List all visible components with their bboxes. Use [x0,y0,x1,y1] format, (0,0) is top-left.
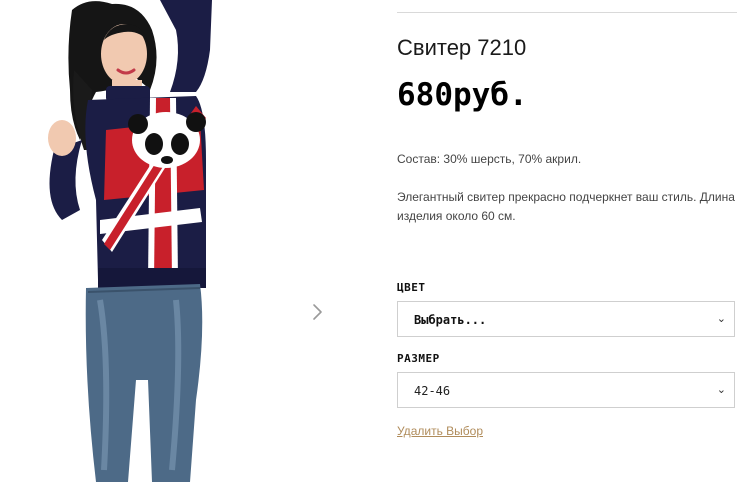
product-summary: Свитер 7210 680руб. Состав: 30% шерсть, … [397,0,737,482]
chevron-right-icon[interactable] [309,302,327,322]
reset-selection-link[interactable]: Удалить Выбор [397,423,483,439]
product-price: 680руб. [397,77,528,113]
product-photo [48,0,212,482]
size-select[interactable]: 42-46 ⌄ [397,372,735,408]
color-label: ЦВЕТ [397,281,426,294]
chevron-down-icon: ⌄ [716,312,726,325]
divider [397,12,737,13]
color-select-value: Выбрать... [414,313,487,327]
product-description: Элегантный свитер прекрасно подчеркнет в… [397,190,735,223]
size-label: РАЗМЕР [397,352,440,365]
product-title: Свитер 7210 [397,35,527,60]
product-composition: Состав: 30% шерсть, 70% акрил. [397,152,582,166]
color-select[interactable]: Выбрать... ⌄ [397,301,735,337]
product-gallery [0,0,340,482]
chevron-down-icon: ⌄ [716,383,726,396]
size-select-value: 42-46 [414,384,451,398]
